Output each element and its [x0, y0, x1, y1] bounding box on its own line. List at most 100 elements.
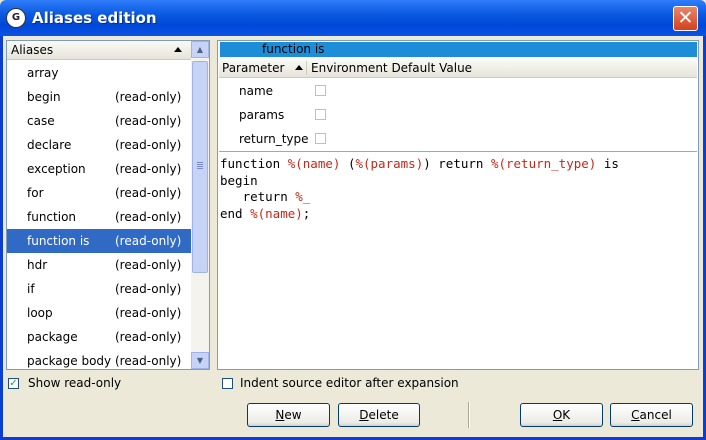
app-icon[interactable]: G	[6, 8, 26, 28]
code-line: function %(name) (%(params)) return %(re…	[220, 156, 619, 171]
delete-button[interactable]: Delete	[338, 403, 420, 427]
alias-list-header-label: Aliases	[11, 43, 54, 57]
alias-list-item[interactable]: exception (read-only)	[7, 157, 191, 181]
parameter-column-header[interactable]: Parameter	[222, 61, 284, 75]
alias-name: begin	[27, 90, 61, 104]
alias-variable: %_	[295, 189, 311, 204]
title-bar[interactable]: G Aliases edition ✕	[0, 0, 706, 36]
code-text: (	[340, 156, 356, 171]
parameter-name: return_type	[239, 132, 309, 146]
alias-list-rows: array begin (read-only) case (read-only) decl…	[7, 61, 191, 369]
alias-list-item[interactable]: if (read-only)	[7, 277, 191, 301]
alias-list: Aliases array begin (read-only) case (read-o…	[6, 40, 210, 370]
scroll-down-button[interactable]: ▼	[191, 352, 209, 369]
code-line: return %_	[220, 189, 311, 204]
alias-variable: %(name)	[287, 156, 341, 171]
alias-name: exception	[27, 162, 86, 176]
alias-list-item[interactable]: begin (read-only)	[7, 85, 191, 109]
read-only-badge: (read-only)	[115, 234, 182, 248]
window-frame-left	[0, 36, 3, 440]
show-read-only-label: Show read-only	[28, 376, 122, 390]
mnemonic-letter: O	[552, 408, 563, 422]
alias-name-field[interactable]: function is	[220, 42, 697, 57]
cancel-button[interactable]: Cancel	[610, 403, 693, 427]
chevron-down-icon: ▼	[196, 356, 204, 365]
parameter-row[interactable]: name	[219, 79, 697, 103]
parameter-row[interactable]: return_type	[219, 127, 697, 151]
read-only-badge: (read-only)	[115, 282, 182, 296]
alias-name: hdr	[27, 258, 48, 272]
env-default-checkbox[interactable]	[315, 109, 326, 120]
chevron-up-icon: ▲	[196, 45, 204, 54]
code-text: end	[220, 205, 251, 221]
alias-editor-pane: function is Parameter Environment Defaul…	[217, 40, 699, 370]
alias-name: package body	[27, 354, 112, 368]
code-line: end %(name);	[220, 206, 310, 221]
alias-list-item[interactable]: declare (read-only)	[7, 133, 191, 157]
alias-list-item[interactable]: for (read-only)	[7, 181, 191, 205]
alias-variable: %(name)	[250, 205, 303, 221]
close-icon: ✕	[677, 7, 694, 29]
alias-variable: %(params)	[355, 156, 424, 171]
alias-list-item[interactable]: function (read-only)	[7, 205, 191, 229]
alias-list-item[interactable]: hdr (read-only)	[7, 253, 191, 277]
scroll-up-button[interactable]: ▲	[191, 41, 209, 58]
alias-name: for	[27, 186, 44, 200]
read-only-badge: (read-only)	[115, 258, 182, 272]
alias-list-item[interactable]: package body (read-only)	[7, 349, 191, 369]
indent-source-label: Indent source editor after expansion	[240, 376, 459, 390]
mnemonic-letter: D	[359, 408, 369, 422]
alias-name-value: function is	[262, 42, 325, 56]
parameter-name: params	[239, 108, 285, 122]
sort-ascending-icon	[174, 47, 182, 52]
column-divider	[306, 61, 307, 75]
expansion-editor[interactable]: function %(name) (%(params)) return %(re…	[219, 151, 697, 370]
alias-list-item[interactable]: case (read-only)	[7, 109, 191, 133]
alias-name: function	[27, 210, 77, 224]
alias-name: function is	[27, 234, 90, 248]
read-only-badge: (read-only)	[115, 114, 182, 128]
alias-variable: %(return_type)	[490, 156, 597, 171]
code-text: return	[220, 189, 296, 204]
read-only-badge: (read-only)	[115, 210, 182, 224]
code-text: is	[596, 156, 619, 171]
alias-name: loop	[27, 306, 53, 320]
check-icon[interactable]: ✓	[8, 378, 19, 389]
scrollbar-thumb[interactable]	[192, 61, 208, 273]
sort-ascending-icon	[295, 65, 303, 70]
env-default-checkbox[interactable]	[315, 85, 326, 96]
alias-list-item[interactable]: array	[7, 61, 191, 85]
alias-list-item[interactable]: function is (read-only)	[7, 229, 191, 253]
read-only-badge: (read-only)	[115, 330, 182, 344]
mnemonic-letter: C	[631, 408, 640, 422]
close-button[interactable]: ✕	[673, 6, 698, 31]
code-text: ) return	[423, 156, 491, 171]
mnemonic-letter: N	[275, 408, 285, 422]
alias-name: if	[27, 282, 35, 296]
read-only-badge: (read-only)	[115, 162, 182, 176]
new-button[interactable]: New	[247, 403, 330, 427]
ok-button[interactable]: OK	[520, 403, 603, 427]
alias-list-item[interactable]: package (read-only)	[7, 325, 191, 349]
read-only-badge: (read-only)	[115, 138, 182, 152]
button-separator	[468, 402, 469, 428]
read-only-badge: (read-only)	[115, 354, 182, 368]
env-default-column-header[interactable]: Environment Default Value	[311, 61, 472, 75]
read-only-badge: (read-only)	[115, 186, 182, 200]
code-text: ;	[302, 205, 311, 221]
grip-icon	[197, 162, 203, 163]
checkbox-box[interactable]	[222, 378, 233, 389]
code-text: begin	[220, 172, 258, 188]
parameters-header: Parameter Environment Default Value	[219, 59, 697, 78]
alias-name: case	[27, 114, 55, 128]
parameter-name: name	[239, 84, 274, 98]
read-only-badge: (read-only)	[115, 306, 182, 320]
parameter-row[interactable]: params	[219, 103, 697, 127]
alias-list-header[interactable]: Aliases	[7, 41, 191, 60]
alias-list-item[interactable]: loop (read-only)	[7, 301, 191, 325]
env-default-checkbox[interactable]	[315, 133, 326, 144]
read-only-badge: (read-only)	[115, 90, 182, 104]
alias-name: array	[27, 66, 59, 80]
alias-list-scrollbar[interactable]: ▲ ▼	[191, 41, 209, 369]
alias-name: package	[27, 330, 78, 344]
